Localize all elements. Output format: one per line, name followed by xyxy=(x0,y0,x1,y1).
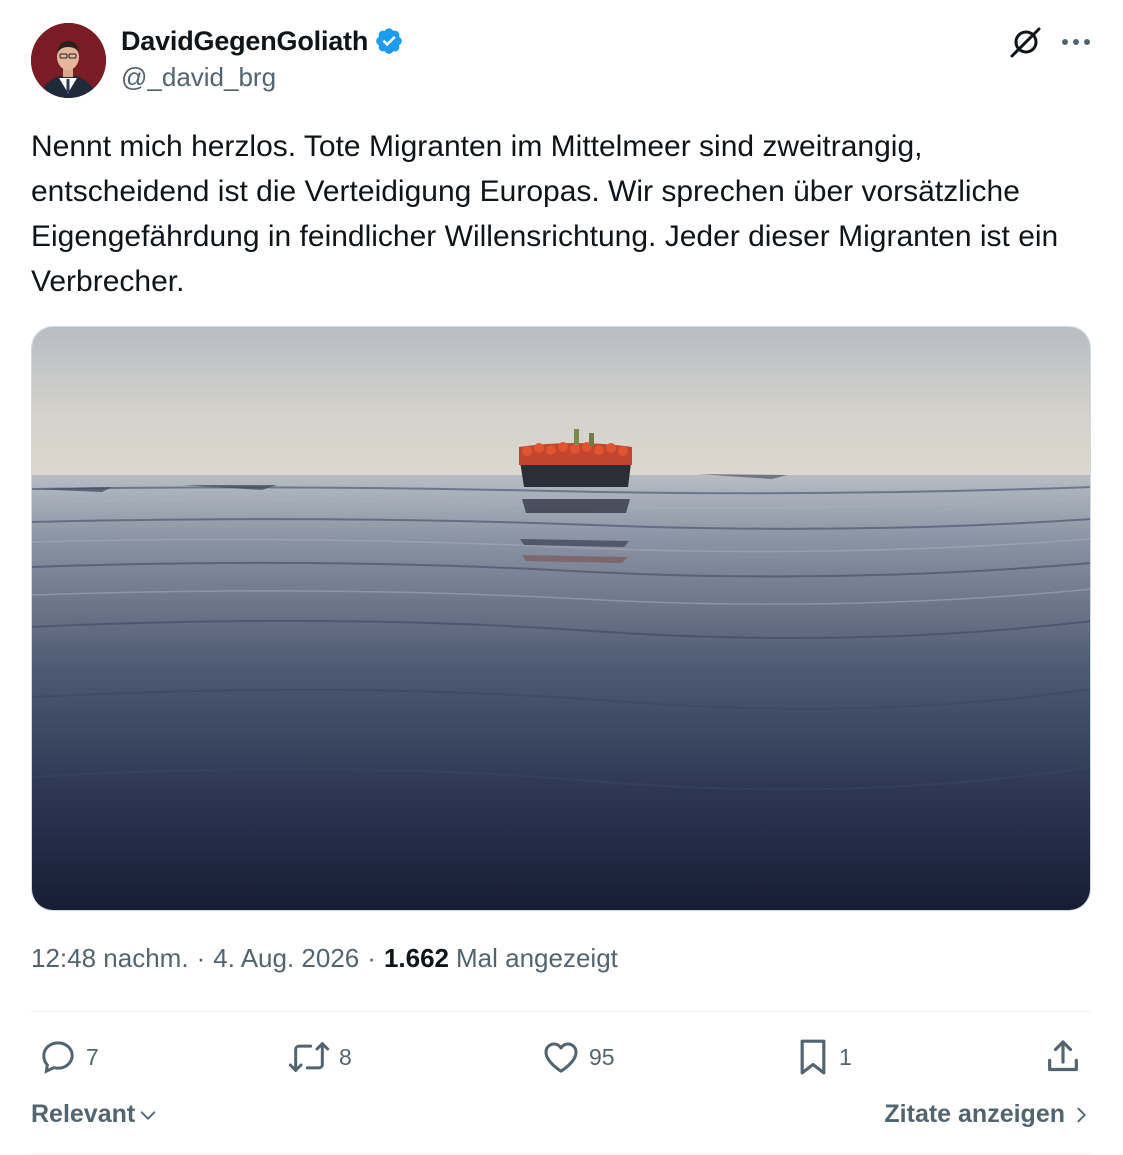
tweet-media[interactable] xyxy=(31,326,1091,911)
heart-icon xyxy=(544,1042,578,1073)
bookmark-button[interactable]: 1 xyxy=(795,1033,852,1081)
bookmark-count: 1 xyxy=(839,1043,852,1070)
tweet-photo xyxy=(32,327,1090,910)
chevron-right-icon xyxy=(1077,1107,1086,1122)
quotes-label: Zitate anzeigen xyxy=(884,1100,1065,1128)
author-block: DavidGegenGoliath @_david_brg xyxy=(121,24,404,93)
meta-separator: · xyxy=(196,943,206,973)
avatar[interactable] xyxy=(31,23,106,98)
repost-button[interactable]: 8 xyxy=(287,1033,352,1081)
more-button[interactable] xyxy=(1056,22,1096,62)
tweet-date[interactable]: 4. Aug. 2026 xyxy=(213,943,359,974)
tweet-text: Nennt mich herzlos. Tote Migranten im Mi… xyxy=(31,130,1059,298)
reply-icon xyxy=(42,1041,74,1074)
grok-icon xyxy=(1010,27,1041,58)
sort-relevant-button[interactable]: Relevant xyxy=(31,1100,159,1129)
tweet-meta: 12:48 nachm. · 4. Aug. 2026 · 1.662 Mal … xyxy=(31,943,618,974)
avatar-image xyxy=(31,23,106,98)
repost-icon xyxy=(288,1042,330,1072)
meta-separator: · xyxy=(367,943,376,973)
author-display-name[interactable]: DavidGegenGoliath xyxy=(121,26,368,57)
reply-count: 7 xyxy=(86,1043,99,1070)
views-label[interactable]: Mal angezeigt xyxy=(456,943,618,974)
verified-badge-icon[interactable] xyxy=(374,26,404,56)
divider xyxy=(31,1153,1091,1154)
sort-label: Relevant xyxy=(31,1100,136,1128)
share-icon xyxy=(1048,1040,1078,1072)
like-button[interactable]: 95 xyxy=(541,1033,615,1081)
grok-button[interactable] xyxy=(1004,22,1046,64)
repost-count: 8 xyxy=(339,1043,352,1070)
reply-button[interactable]: 7 xyxy=(38,1033,99,1081)
view-quotes-link[interactable]: Zitate anzeigen xyxy=(884,1100,1091,1129)
share-button[interactable] xyxy=(1043,1033,1083,1081)
bookmark-icon xyxy=(800,1039,826,1075)
divider xyxy=(31,1011,1091,1012)
more-dots-icon xyxy=(1062,39,1090,45)
views-count[interactable]: 1.662 xyxy=(384,943,449,974)
chevron-down-icon xyxy=(140,1110,156,1120)
author-name-row: DavidGegenGoliath xyxy=(121,24,404,58)
author-handle[interactable]: @_david_brg xyxy=(121,62,404,93)
like-count: 95 xyxy=(589,1043,615,1070)
tweet-time[interactable]: 12:48 nachm. xyxy=(31,943,189,974)
